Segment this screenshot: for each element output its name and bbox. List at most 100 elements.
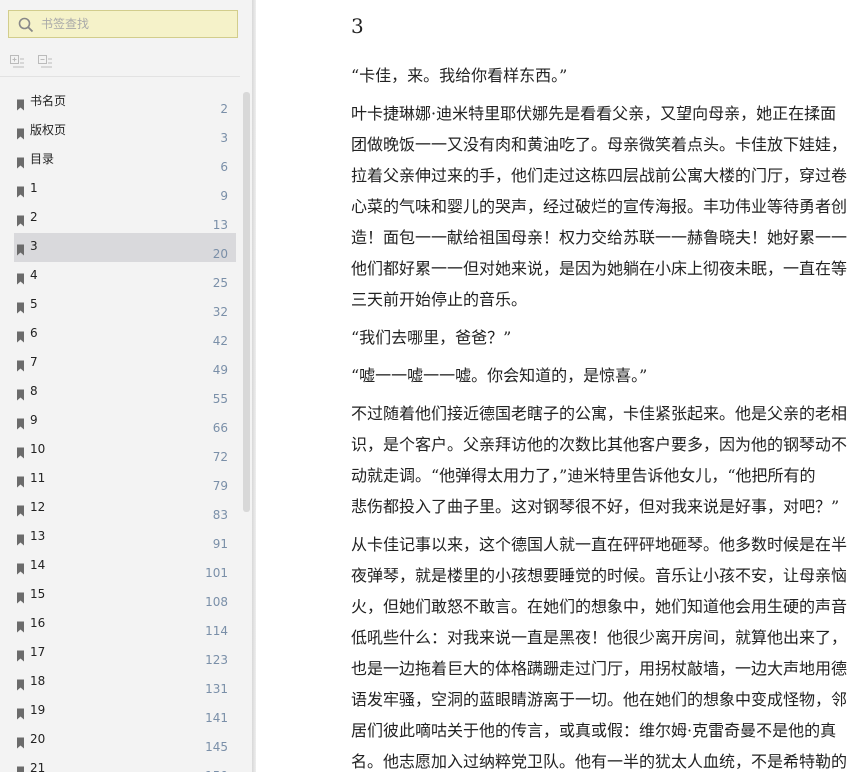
bookmark-item[interactable]: 14 101 [14,552,236,581]
bookmark-list: 书名页 2 版权页 3 目录 6 1 9 2 13 3 20 4 25 5 32 6 42 7 49 8 55 9 66 10 7… [14,88,236,772]
paragraph: “卡佳，来。我给你看样东西。” [351,60,867,91]
text-line: “我们去哪里，爸爸？” [351,328,512,347]
bookmark-icon [16,328,25,347]
text-line: 团做晚饭一一又没有肉和黄油吃了。母亲微笑着点头。卡佳放下娃娃， [351,135,848,154]
text-line: 夜弹琴，就是楼里的小孩想要睡觉的时候。音乐让小孩不安，让母亲恼 [351,566,848,585]
bookmark-icon [16,357,25,376]
bookmark-page-number: 83 [212,508,228,522]
bookmark-item[interactable]: 17 123 [14,639,236,668]
text-line: 识，是个客户。父亲拜访他的次数比其他客户要多，因为他的钢琴动不 [351,435,848,454]
bookmark-label: 10 [30,442,46,456]
bookmark-page-number: 9 [220,189,228,203]
bookmark-icon [16,125,25,144]
paragraph: 从卡佳记事以来，这个德国人就一直在砰砰地砸琴。他多数时候是在半 夜弹琴，就是楼里的… [351,529,867,772]
reader-pane: 3 “卡佳，来。我给你看样东西。” 叶卡捷琳娜·迪米特里耶伏娜先是看看父亲，又望向… [256,0,867,772]
text-line: 从卡佳记事以来，这个德国人就一直在砰砰地砸琴。他多数时候是在半 [351,535,848,554]
bookmark-item[interactable]: 19 141 [14,697,236,726]
collapse-all-icon[interactable] [37,54,53,74]
bookmark-label: 13 [30,529,46,543]
text-line: 名。他志愿加入过纳粹党卫队。他有一半的犹太人血统，不是希特勒的 [351,752,848,771]
bookmark-item[interactable]: 10 72 [14,436,236,465]
bookmark-label: 7 [30,355,38,369]
bookmark-page-number: 108 [205,595,228,609]
search-placeholder: 书签查找 [41,17,90,31]
bookmark-icon [16,154,25,173]
bookmark-label: 目录 [30,152,55,166]
bookmark-page-number: 49 [212,363,228,377]
chapter-title: 3 [351,14,364,38]
bookmark-page-number: 25 [212,276,228,290]
bookmark-page-number: 55 [212,392,228,406]
bookmark-page-number: 123 [205,653,228,667]
bookmark-item[interactable]: 9 66 [14,407,236,436]
bookmark-label: 14 [30,558,46,572]
bookmark-label: 书名页 [30,94,67,108]
search-icon [18,17,34,37]
bookmark-item[interactable]: 书名页 2 [14,88,236,117]
bookmark-label: 12 [30,500,46,514]
bookmark-icon [16,676,25,695]
bookmark-item[interactable]: 5 32 [14,291,236,320]
bookmark-page-number: 13 [212,218,228,232]
text-line: 心菜的气味和婴儿的哭声，经过破烂的宣传海报。丰功伟业等待勇者创 [351,197,848,216]
text-line: 动就走调。“他弹得太用力了，”迪米特里告诉他女儿，“他把所有的 [351,466,816,485]
bookmark-label: 16 [30,616,46,630]
bookmark-label: 17 [30,645,46,659]
bookmark-item[interactable]: 19 [14,175,236,204]
expand-all-icon[interactable] [9,54,25,74]
bookmark-label: 4 [30,268,38,282]
bookmark-icon [16,444,25,463]
bookmark-label: 1 [30,181,38,195]
bookmark-icon [16,212,25,231]
bookmark-label: 18 [30,674,46,688]
bookmark-item[interactable]: 6 42 [14,320,236,349]
bookmark-icon [16,473,25,492]
bookmark-label: 3 [30,239,38,253]
text-line: “卡佳，来。我给你看样东西。” [351,66,568,85]
bookmark-item[interactable]: 8 55 [14,378,236,407]
bookmark-item[interactable]: 16 114 [14,610,236,639]
bookmark-item[interactable]: 11 79 [14,465,236,494]
bookmark-item[interactable]: 2 13 [14,204,236,233]
bookmark-item[interactable]: 15 108 [14,581,236,610]
toolbar-divider [0,76,240,77]
bookmark-item[interactable]: 7 49 [14,349,236,378]
bookmark-label: 11 [30,471,46,485]
bookmark-icon [16,705,25,724]
bookmark-page-number: 114 [205,624,228,638]
paragraph: “嘘一一嘘一一嘘。你会知道的，是惊喜。” [351,360,867,391]
bookmark-label: 版权页 [30,123,67,137]
bookmark-label: 5 [30,297,38,311]
bookmark-item[interactable]: 12 83 [14,494,236,523]
bookmark-item[interactable]: 21150 [14,755,236,772]
bookmark-label: 21 [30,761,46,772]
text-line: 拉着父亲伸过来的手，他们走过这栋四层战前公寓大楼的门厅，穿过卷 [351,166,848,185]
bookmark-item[interactable]: 18 131 [14,668,236,697]
bookmark-label: 15 [30,587,46,601]
bookmark-page-number: 6 [220,160,228,174]
bookmark-item[interactable]: 3 20 [14,233,236,262]
bookmark-page-number: 79 [212,479,228,493]
bookmark-search-input[interactable]: 书签查找 [8,10,238,38]
text-line: 悲伤都投入了曲子里。这对钢琴很不好，但对我来说是好事，对吧？” [351,497,840,516]
bookmark-label: 9 [30,413,38,427]
bookmark-item[interactable]: 版权页 3 [14,117,236,146]
bookmark-icon [16,183,25,202]
bookmark-item[interactable]: 20 145 [14,726,236,755]
bookmark-label: 20 [30,732,46,746]
bookmark-label: 2 [30,210,38,224]
bookmark-icon [16,270,25,289]
bookmark-item[interactable]: 13 91 [14,523,236,552]
text-line: 也是一边拖着巨大的体格蹒跚走过门厅，用拐杖敲墙，一边大声地用德 [351,659,848,678]
bookmark-label: 19 [30,703,46,717]
bookmark-icon [16,618,25,637]
bookmark-page-number: 145 [205,740,228,754]
bookmark-item[interactable]: 4 25 [14,262,236,291]
bookmark-scrollbar-thumb[interactable] [243,92,250,512]
bookmark-item[interactable]: 目录 6 [14,146,236,175]
bookmark-icon [16,502,25,521]
bookmark-page-number: 20 [212,247,228,261]
bookmark-page-number: 2 [220,102,228,116]
bookmark-page-number: 42 [212,334,228,348]
text-line: 火，但她们敢怒不敢言。在她们的想象中，她们知道他会用生硬的声音 [351,597,848,616]
